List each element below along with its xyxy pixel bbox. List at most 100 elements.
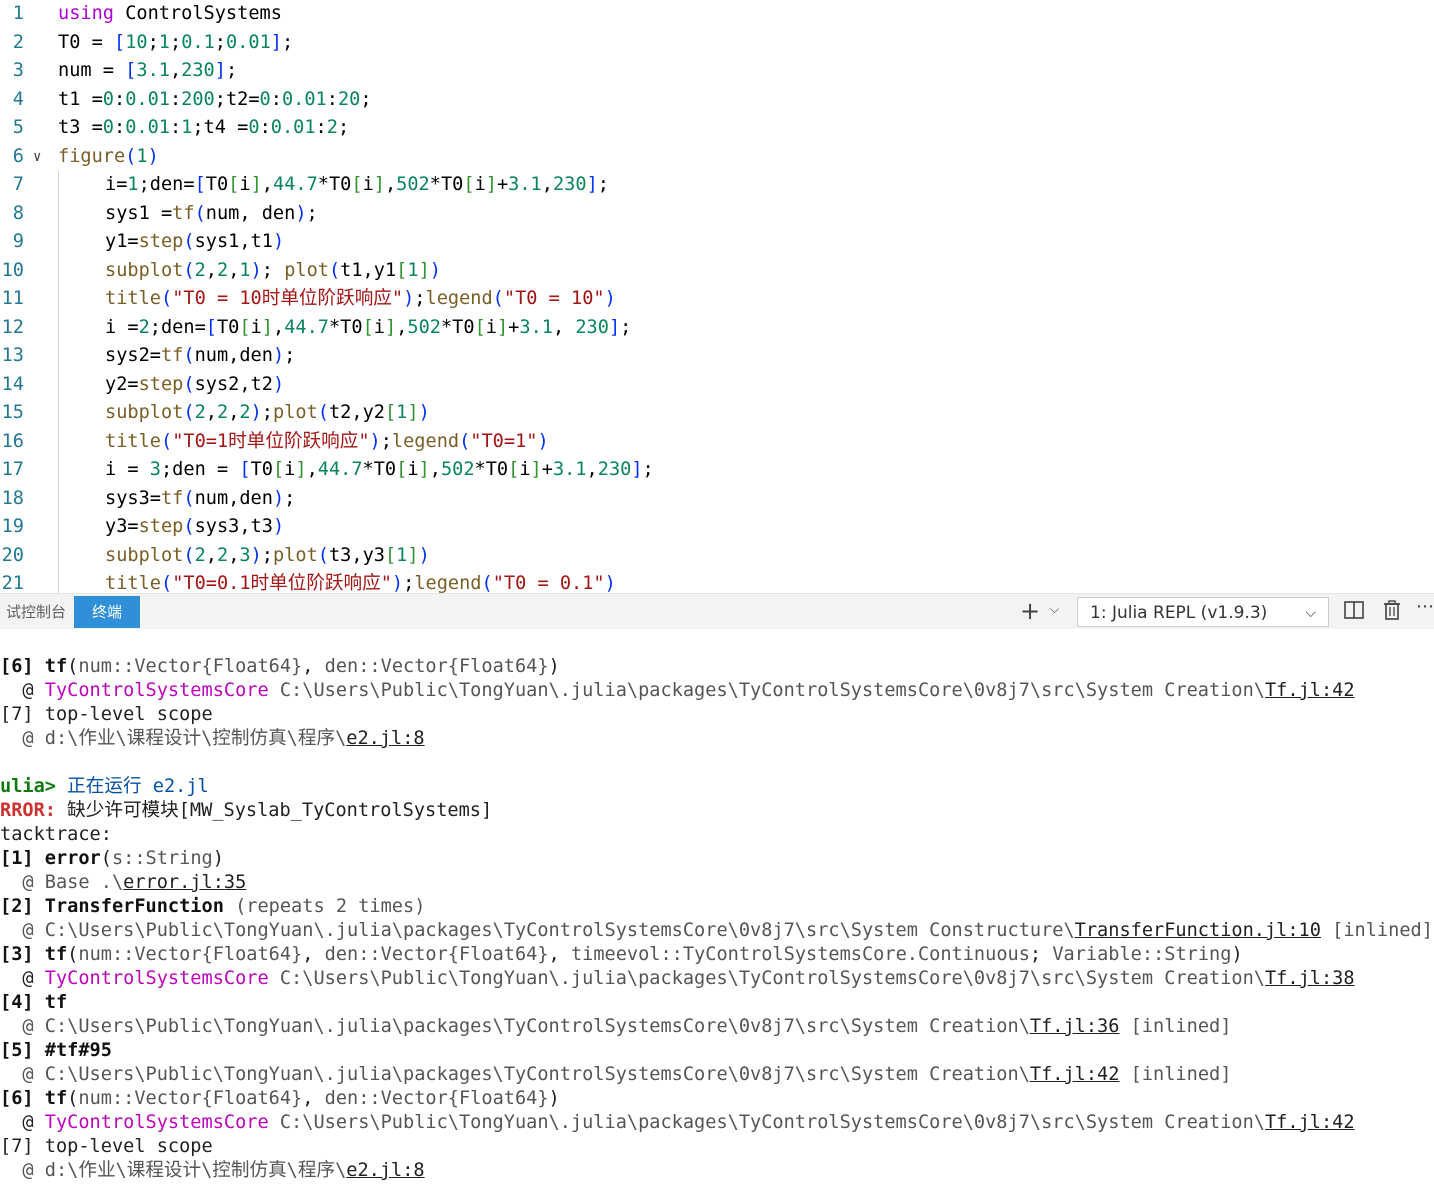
code-line[interactable]: 7 i=1;den=[T0[i],44.7*T0[i],502*T0[i]+3.1… bbox=[0, 171, 1434, 200]
code-token: ) bbox=[147, 145, 159, 167]
code-line[interactable]: 2 T0 = [10;1;0.1;0.01]; bbox=[0, 29, 1434, 58]
trash-icon[interactable] bbox=[1381, 599, 1407, 625]
code-token: ) bbox=[418, 544, 430, 566]
terminal-text: @ Base .\ bbox=[0, 872, 124, 893]
terminal-text: ) bbox=[212, 848, 224, 869]
code-line[interactable]: 5 t3 =0:0.01:1;t4 =0:0.01:2; bbox=[0, 114, 1434, 143]
code-line[interactable]: 6 ∨ figure(1) bbox=[0, 143, 1434, 172]
code-token: , bbox=[541, 174, 553, 195]
code-token: 502 bbox=[440, 459, 475, 480]
file-link[interactable]: Tf.jl:42 bbox=[1030, 1064, 1120, 1085]
code-token: t1,y1 bbox=[340, 259, 397, 281]
code-token: tf bbox=[160, 345, 184, 366]
code-token: ) bbox=[250, 259, 262, 281]
code-token: 502 bbox=[407, 316, 441, 338]
code-text: T0 = [10;1;0.1;0.01]; bbox=[58, 29, 293, 58]
terminal-output[interactable]: [6] tf(num::Vector{Float64}, den::Vector… bbox=[0, 629, 1434, 1203]
split-terminal-icon[interactable] bbox=[1343, 599, 1369, 625]
code-line[interactable]: 14 y2=step(sys2,t2) bbox=[0, 371, 1434, 400]
code-line[interactable]: 21 title("T0=0.1时单位阶跃响应");legend("T0 = 0.… bbox=[0, 570, 1434, 593]
fold-chevron-icon[interactable]: ∨ bbox=[33, 143, 49, 172]
code-line[interactable]: 8 sys1 =tf(num, den); bbox=[0, 200, 1434, 229]
code-token: 44.7 bbox=[272, 174, 318, 195]
terminal-select[interactable]: 1: Julia REPL (v1.9.3) ⌵ bbox=[1077, 597, 1329, 627]
code-line[interactable]: 19 y3=step(sys3,t3) bbox=[0, 513, 1434, 542]
code-token: t2,y2 bbox=[328, 402, 385, 423]
code-token: "T0=1时单位阶跃响应" bbox=[172, 430, 370, 452]
code-line[interactable]: 18 sys3=tf(num,den); bbox=[0, 485, 1434, 514]
code-line[interactable]: 13 sys2=tf(num,den); bbox=[0, 342, 1434, 371]
terminal-text: den::Vector{Float64} bbox=[324, 656, 549, 677]
terminal-line: @ d:\作业\课程设计\控制仿真\程序\e2.jl:8 bbox=[0, 1159, 424, 1183]
code-line[interactable]: 15 subplot(2,2,2);plot(t2,y2[1]) bbox=[0, 399, 1434, 428]
code-line[interactable]: 4 t1 =0:0.01:200;t2=0:0.01:20; bbox=[0, 86, 1434, 115]
code-token: , bbox=[586, 459, 598, 480]
code-token: sys1,t1 bbox=[194, 231, 273, 252]
terminal-text: [inlined] bbox=[1119, 1016, 1232, 1037]
line-number: 15 bbox=[1, 402, 24, 423]
code-line[interactable]: 9 y1=step(sys1,t1) bbox=[0, 228, 1434, 257]
code-token: ( bbox=[183, 231, 195, 252]
file-link[interactable]: Tf.jl:38 bbox=[1265, 968, 1355, 989]
code-token: 1 bbox=[127, 174, 139, 195]
code-line[interactable]: 20 subplot(2,2,3);plot(t3,y3[1]) bbox=[0, 542, 1434, 571]
file-link[interactable]: Tf.jl:42 bbox=[1265, 1112, 1355, 1133]
file-link[interactable]: error.jl:35 bbox=[123, 872, 246, 893]
code-token: 0 bbox=[248, 117, 260, 138]
code-token: i = bbox=[105, 459, 150, 480]
code-token: ; bbox=[403, 573, 415, 593]
terminal-text: @ d:\作业\课程设计\控制仿真\程序\ bbox=[0, 728, 347, 749]
line-number: 19 bbox=[1, 516, 24, 537]
code-token: *T0 bbox=[474, 459, 509, 480]
code-token: 0.01 bbox=[125, 88, 170, 110]
terminal-text: [6] tf bbox=[0, 656, 68, 677]
code-token: ; bbox=[261, 259, 285, 281]
code-token: ] bbox=[295, 459, 307, 480]
code-line[interactable]: 11 title("T0 = 10时单位阶跃响应");legend("T0 = 1… bbox=[0, 285, 1434, 314]
code-token: using bbox=[58, 3, 114, 24]
code-line[interactable]: 12 i =2;den=[T0[i],44.7*T0[i],502*T0[i]+3… bbox=[0, 314, 1434, 343]
code-token: 0.01 bbox=[225, 31, 271, 53]
code-text: subplot(2,2,3);plot(t3,y3[1]) bbox=[105, 542, 430, 571]
code-line[interactable]: 17 i = 3;den = [T0[i],44.7*T0[i],502*T0[i… bbox=[0, 456, 1434, 485]
code-token: : bbox=[315, 117, 327, 138]
code-editor[interactable]: 1 using ControlSystems 2 T0 = [10;1;0.1;0.0… bbox=[0, 0, 1434, 593]
code-line[interactable]: 3 num = [3.1,230]; bbox=[0, 57, 1434, 86]
code-token: , bbox=[228, 544, 240, 566]
code-token: , bbox=[396, 316, 408, 338]
tab-terminal[interactable]: 终端 bbox=[74, 596, 141, 628]
new-terminal-plus-icon[interactable]: + bbox=[1020, 597, 1040, 625]
code-line[interactable]: 10 subplot(2,2,1); plot(t1,y1[1]) bbox=[0, 257, 1434, 286]
code-token: [ bbox=[463, 174, 475, 195]
chevron-down-icon[interactable]: ⌵ bbox=[1050, 602, 1059, 617]
code-text: t3 =0:0.01:1;t4 =0:0.01:2; bbox=[58, 114, 349, 143]
code-token: 2 bbox=[194, 402, 206, 423]
file-link[interactable]: Tf.jl:36 bbox=[1030, 1016, 1120, 1037]
code-token: subplot bbox=[105, 402, 184, 423]
terminal-text: den::Vector{Float64} bbox=[324, 1088, 549, 1109]
tab-debug-console[interactable]: 试控制台 bbox=[0, 596, 72, 628]
more-actions-icon[interactable]: ⋯ bbox=[1416, 596, 1434, 622]
code-token: ; bbox=[169, 31, 182, 53]
code-token: legend bbox=[414, 573, 482, 593]
code-text: i=1;den=[T0[i],44.7*T0[i],502*T0[i]+3.1,… bbox=[105, 171, 609, 200]
code-token: [ bbox=[362, 316, 374, 338]
code-token: ] bbox=[407, 402, 419, 423]
code-text: title("T0=0.1时单位阶跃响应");legend("T0 = 0.1"… bbox=[105, 570, 616, 593]
code-token: ; bbox=[147, 31, 159, 53]
code-token: sys2= bbox=[105, 345, 161, 366]
terminal-text: [3] tf bbox=[0, 944, 68, 965]
file-link[interactable]: Tf.jl:42 bbox=[1265, 680, 1355, 701]
code-line[interactable]: 16 title("T0=1时单位阶跃响应");legend("T0=1") bbox=[0, 428, 1434, 457]
code-token: , bbox=[205, 259, 217, 281]
terminal-text: [7] top-level scope bbox=[0, 1136, 213, 1157]
line-number: 3 bbox=[12, 60, 24, 81]
file-link[interactable]: e2.jl:8 bbox=[346, 728, 424, 749]
line-number: 14 bbox=[1, 373, 24, 395]
terminal-text: [2] TransferFunction bbox=[0, 896, 224, 917]
code-token: ; bbox=[284, 487, 296, 509]
code-line[interactable]: 1 using ControlSystems bbox=[0, 0, 1434, 29]
file-link[interactable]: TransferFunction.jl:10 bbox=[1075, 920, 1321, 941]
code-token: i bbox=[485, 316, 497, 338]
file-link[interactable]: e2.jl:8 bbox=[346, 1160, 424, 1181]
